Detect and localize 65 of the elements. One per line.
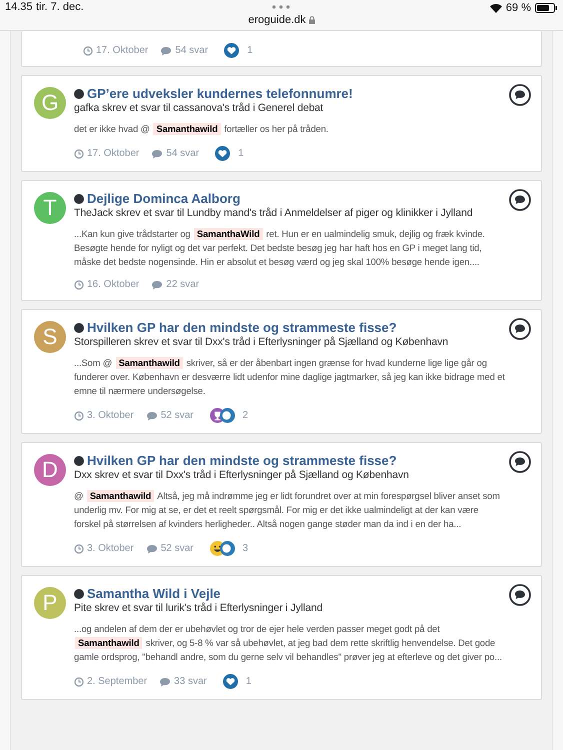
topic-link[interactable]: Hvilken GP har den mindste og strammeste fisse?: [87, 453, 397, 468]
speech-bubble-icon: [151, 148, 164, 158]
reaction-ring-icon: [220, 541, 234, 556]
post-excerpt: ...Kan kun give trådstarter og SamanthaWild ret. Hun er en ualmindelig smuk, dejlig og fræk kvinde. Besøgte hende for nyligt og det var perfekt. Det bedste besøg jeg har haft hos en GP i meget lang tid, måske det bedste nogensinde. Hin er absolut et besøg værd og jeg skal 100% besøge hende igen....: [74, 227, 486, 269]
clock-icon: [74, 410, 84, 420]
status-date: tir. 7. dec.: [36, 1, 84, 13]
battery-icon: [535, 3, 557, 13]
chat-bubble-icon[interactable]: [509, 584, 531, 606]
wifi-icon: [490, 4, 502, 12]
unread-dot-icon: [74, 588, 84, 598]
post-date: 3. Oktober: [87, 410, 134, 421]
clock-icon: [74, 280, 84, 290]
reply-count: 33 svar: [174, 676, 207, 687]
chat-bubble-icon[interactable]: [509, 318, 531, 340]
speech-bubble-icon: [146, 544, 158, 554]
lock-icon: [308, 16, 315, 24]
post-byline: Storspilleren skrev et svar til Dxx's tråd i Efterlysninger på Sjælland og København: [74, 336, 450, 348]
reaction-count: 1: [246, 676, 252, 687]
chat-bubble-icon[interactable]: [509, 84, 531, 106]
topic-link[interactable]: Samantha Wild i Vejle: [87, 586, 221, 601]
chat-bubble-icon[interactable]: [509, 451, 531, 473]
post-byline: Dxx skrev et svar til Dxx's tråd i Efterlysninger på Sjælland og København: [74, 469, 410, 481]
avatar[interactable]: D: [34, 454, 66, 486]
unread-dot-icon: [74, 322, 84, 332]
post-date: 17. Oktober: [87, 148, 140, 159]
more-icon[interactable]: [271, 5, 291, 9]
post-byline: Pite skrev et svar til lurik's tråd i Efterlysninger i Jylland: [74, 602, 324, 614]
speech-bubble-icon: [151, 280, 164, 290]
unread-dot-icon: [74, 194, 84, 204]
reaction-count: 3: [242, 543, 248, 554]
reaction-count: 1: [238, 148, 244, 159]
post-excerpt: ...og andelen af dem der er ubehøvlet og tror de ejer hele verden passer meget godt på det Samanthawild skriver, og 5-8 % var så ubehøvlet, at jeg bad dem rette skriftlig henvendelse. Det gode gamle ordsprog, "behandl andre, som du gerne selv vil behandles" prøver jeg at efterleve og det giver po...: [74, 623, 503, 664]
battery-percent: 69 %: [506, 2, 531, 14]
reaction-count: 2: [242, 410, 248, 421]
post-excerpt: det er ikke hvad @ Samanthawild fortæller os her på tråden.: [74, 122, 330, 136]
reply-count: 54 svar: [166, 148, 200, 159]
unread-dot-icon: [74, 88, 84, 98]
clock-icon: [74, 676, 84, 686]
reaction-ring-icon: [220, 408, 234, 423]
post-byline: gafka skrev et svar til cassanova's tråd i Generel debat: [74, 102, 324, 114]
reply-count: 52 svar: [160, 410, 194, 421]
topic-link[interactable]: GP’ere udveksler kundernes telefonnumre!: [87, 86, 353, 101]
post-excerpt: ...Som @ Samanthawild skriver, så er der åbenbart ingen grænse for hvad kunderne lige lige går og funderer over. København er desværre lidt udenfor mine daglige jagtmarker, så jeg kan ikke bidrage med et emne til nærmere undersøgelse.: [74, 356, 506, 398]
speech-bubble-icon: [146, 410, 158, 420]
reply-count: 54 svar: [175, 45, 208, 56]
reply-count: 52 svar: [160, 543, 194, 554]
unread-dot-icon: [74, 456, 84, 466]
reaction-count: 1: [247, 45, 253, 56]
speech-bubble-icon: [160, 46, 172, 56]
topic-link[interactable]: Dejlige Dominca Aalborg: [87, 191, 240, 206]
chat-bubble-icon[interactable]: [509, 189, 531, 211]
post-date: 16. Oktober: [87, 279, 140, 290]
post-date: 3. Oktober: [87, 543, 134, 554]
post-excerpt: @ Samanthawild Altså, jeg må indrømme jeg er lidt forundret over at min forespørgsel bliver anset som underlig mv. For mig at se, er det et reelt spørgsmål. For mig er det ikke ualmindeligt at der kan være forskel på størrelsen af kvinders herligheder.. Altså nogen gange støder man da ind i en der ha...: [74, 489, 501, 531]
post-date: 2. September: [87, 676, 148, 687]
topic-link[interactable]: Hvilken GP har den mindste og strammeste fisse?: [87, 320, 397, 335]
status-time: 14.35: [5, 1, 33, 13]
url-text[interactable]: eroguide.dk: [248, 14, 306, 26]
speech-bubble-icon: [159, 676, 172, 686]
post-byline: TheJack skrev et svar til Lundby mand's tråd i Anmeldelser af piger og klinikker i Jylland: [74, 207, 474, 219]
reply-count: 22 svar: [166, 279, 200, 290]
clock-icon: [74, 148, 84, 158]
clock-icon: [83, 46, 93, 56]
clock-icon: [74, 544, 84, 554]
post-date: 17. Oktober: [96, 45, 148, 56]
